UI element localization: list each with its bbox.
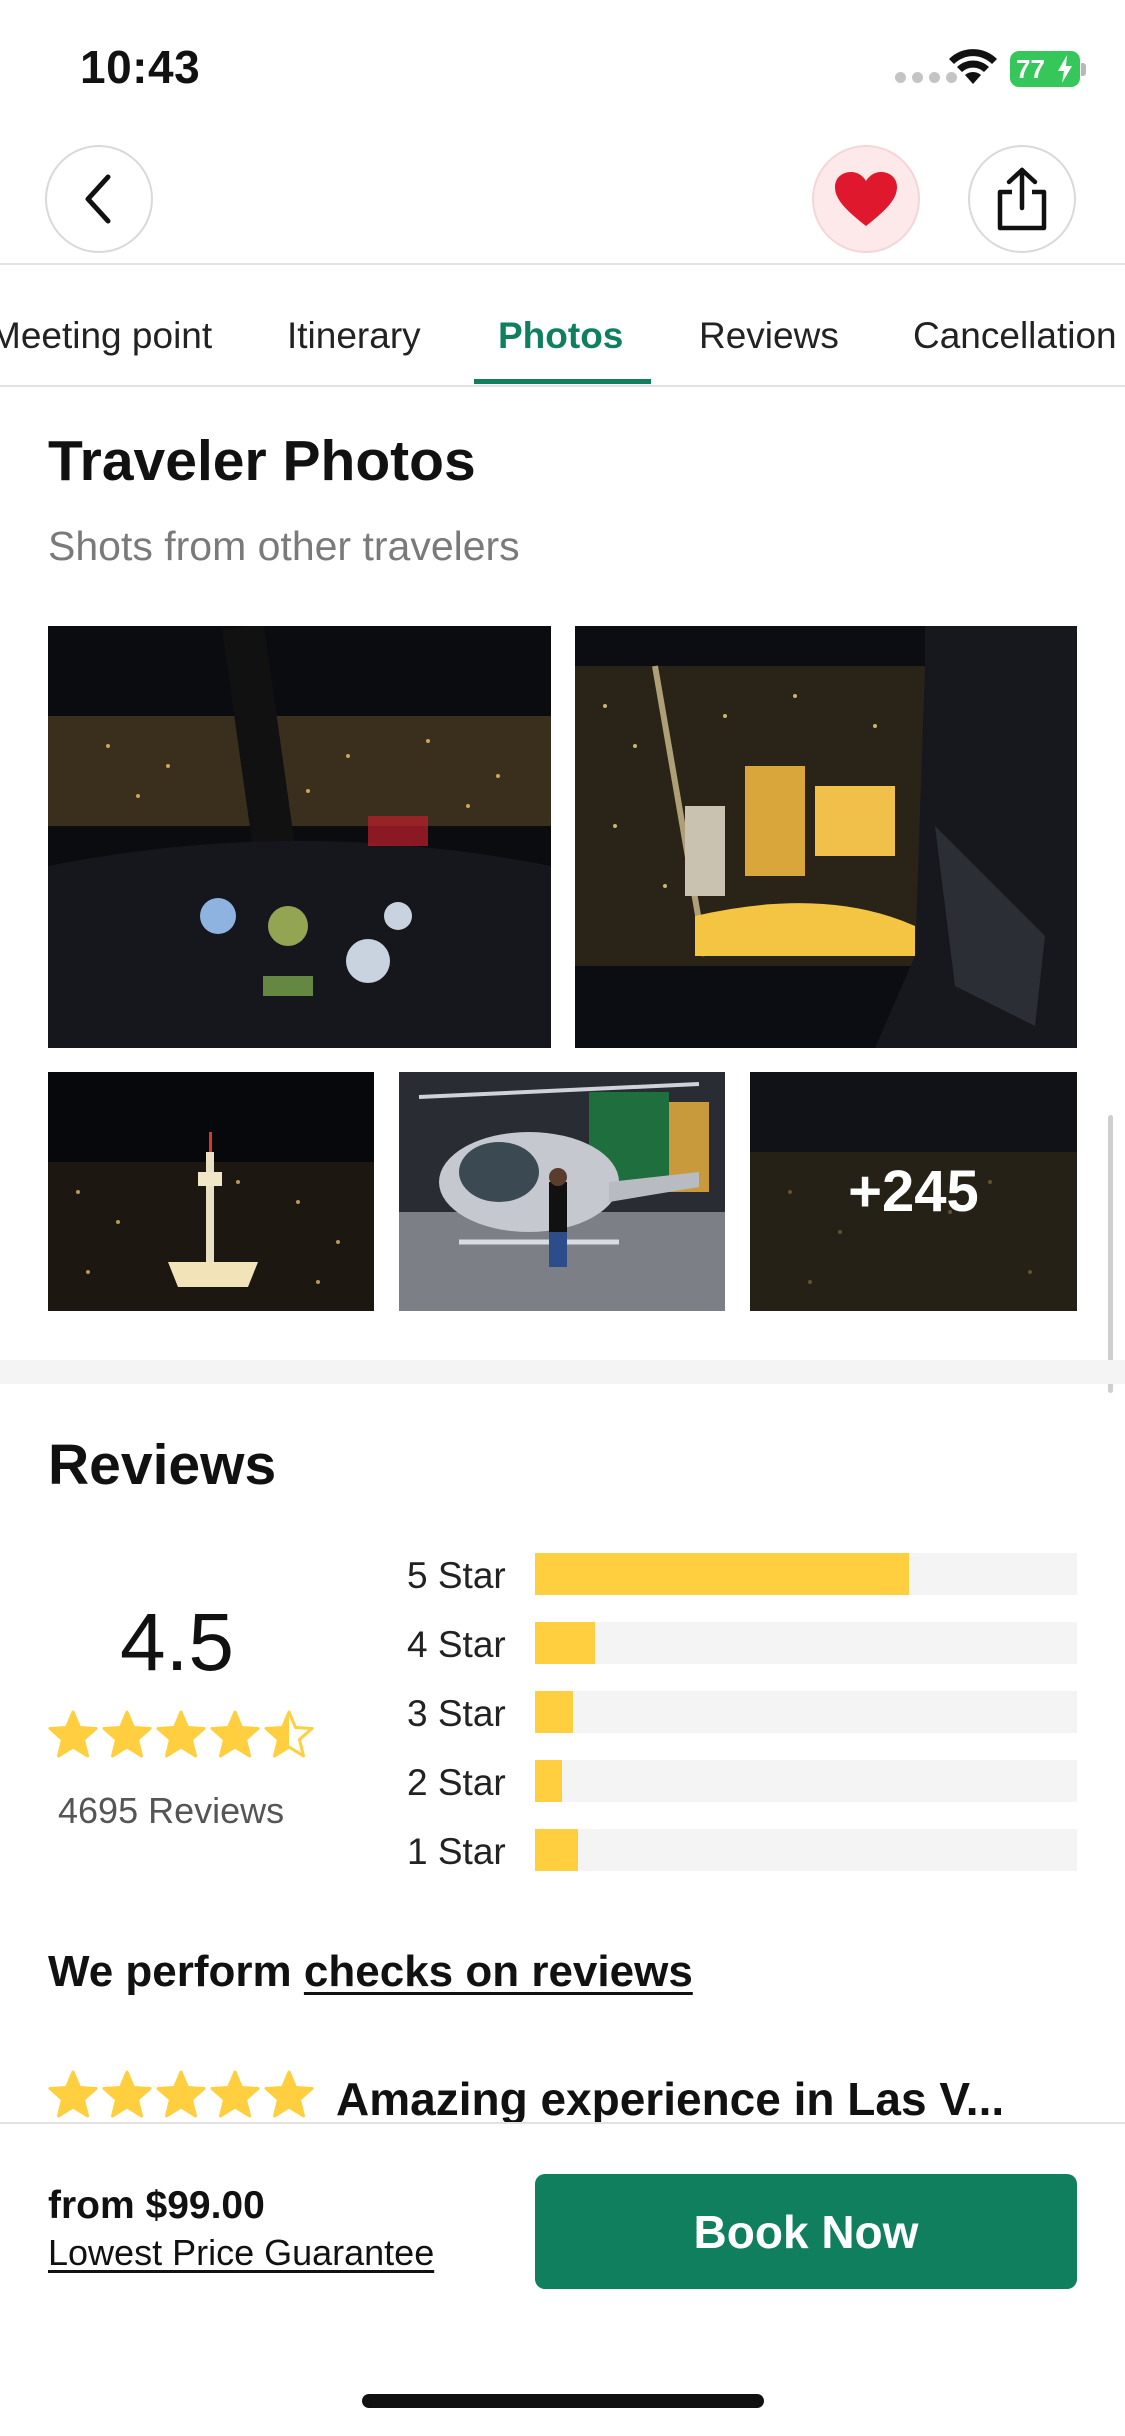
traveler-photo-strip-view[interactable] (575, 626, 1077, 1048)
average-rating-stars (48, 1710, 314, 1758)
star-full-icon (48, 1710, 98, 1758)
histogram-row: 1 Star (407, 1829, 1077, 1873)
histogram-bar (535, 1691, 573, 1733)
star-full-icon (48, 2070, 98, 2118)
tab-reviews[interactable]: Reviews (699, 315, 839, 357)
histogram-row: 3 Star (407, 1691, 1077, 1735)
histogram-row: 2 Star (407, 1760, 1077, 1804)
wifi-icon (949, 49, 997, 84)
star-full-icon (264, 2070, 314, 2118)
traveler-photo-cockpit[interactable] (48, 626, 551, 1048)
star-half-icon (264, 1710, 314, 1758)
review-checks-notice: We perform checks on reviews (48, 1947, 693, 1997)
more-photos-count: +245 (848, 1159, 979, 1224)
photos-section-subtitle: Shots from other travelers (48, 523, 520, 569)
histogram-track (535, 1829, 1077, 1871)
status-time: 10:43 (80, 41, 201, 93)
section-divider (0, 1360, 1125, 1384)
tab-meeting-point[interactable]: Meeting point (0, 315, 212, 357)
battery-level: 77 (1016, 53, 1045, 84)
share-button[interactable] (968, 145, 1076, 253)
histogram-row: 5 Star (407, 1553, 1077, 1597)
charging-bolt-icon (1058, 55, 1072, 83)
book-now-button[interactable]: Book Now (535, 2174, 1077, 2289)
first-review-stars (48, 2070, 314, 2118)
star-full-icon (210, 1710, 260, 1758)
histogram-track (535, 1622, 1077, 1664)
checks-on-reviews-link[interactable]: checks on reviews (304, 1947, 693, 1996)
tab-cancellation[interactable]: Cancellation (913, 315, 1117, 357)
histogram-label: 1 Star (407, 1831, 506, 1872)
status-bar: 10:43 77 (0, 0, 1125, 135)
star-full-icon (102, 1710, 152, 1758)
reviews-section-title: Reviews (48, 1433, 277, 1497)
histogram-label: 5 Star (407, 1555, 506, 1596)
photos-section-title: Traveler Photos (48, 429, 476, 493)
booking-bar: from $99.00 Lowest Price Guarantee Book … (0, 2122, 1125, 2436)
first-review-preview[interactable]: Amazing experience in Las V... (48, 2070, 1125, 2122)
histogram-bar (535, 1829, 579, 1871)
tab-photos[interactable]: Photos (498, 315, 623, 357)
average-rating: 4.5 (120, 1597, 234, 1688)
histogram-bar (535, 1622, 595, 1664)
star-full-icon (156, 2070, 206, 2118)
histogram-row: 4 Star (407, 1622, 1077, 1666)
favorite-button[interactable] (812, 145, 920, 253)
home-indicator (362, 2394, 764, 2408)
first-review-title: Amazing experience in Las V... (336, 2073, 1005, 2122)
section-tabs: Meeting point Itinerary Photos Reviews C… (0, 267, 1125, 387)
battery-icon: 77 (1010, 51, 1080, 87)
share-icon (997, 167, 1047, 231)
review-checks-prefix: We perform (48, 1947, 304, 1996)
back-button[interactable] (45, 145, 153, 253)
star-full-icon (102, 2070, 152, 2118)
star-full-icon (210, 2070, 260, 2118)
histogram-track (535, 1760, 1077, 1802)
star-full-icon (156, 1710, 206, 1758)
histogram-label: 3 Star (407, 1693, 506, 1734)
tab-itinerary[interactable]: Itinerary (287, 315, 421, 357)
histogram-bar (535, 1760, 563, 1802)
battery-cap (1081, 63, 1086, 76)
lowest-price-guarantee-link[interactable]: Lowest Price Guarantee (48, 2232, 434, 2274)
histogram-label: 4 Star (407, 1624, 506, 1665)
price-label: from $99.00 (48, 2184, 265, 2227)
traveler-photo-more[interactable]: +245 (750, 1072, 1077, 1311)
histogram-label: 2 Star (407, 1762, 506, 1803)
scrollbar[interactable] (1108, 1115, 1113, 1393)
chevron-left-icon (85, 174, 111, 224)
histogram-track (535, 1691, 1077, 1733)
heart-icon (835, 172, 897, 226)
histogram-track (535, 1553, 1077, 1595)
traveler-photo-stratosphere[interactable] (48, 1072, 374, 1311)
active-tab-indicator (474, 379, 651, 384)
histogram-bar (535, 1553, 909, 1595)
traveler-photo-helicopter[interactable] (399, 1072, 725, 1311)
review-count: 4695 Reviews (58, 1790, 285, 1831)
nav-bar (0, 135, 1125, 265)
